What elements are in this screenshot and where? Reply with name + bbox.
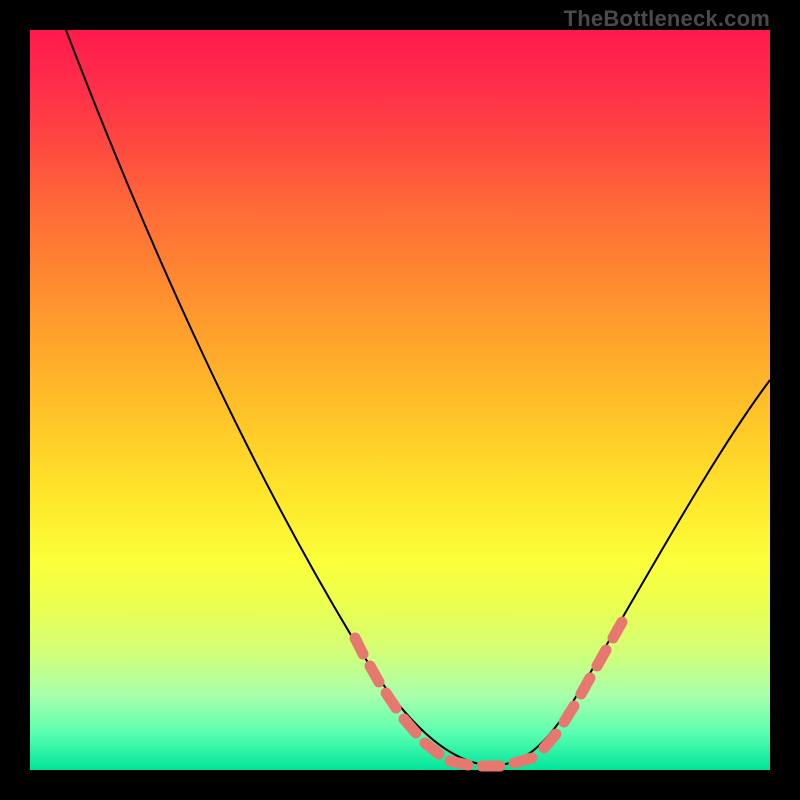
watermark-text: TheBottleneck.com — [564, 6, 770, 32]
dash-left-3 — [386, 693, 396, 708]
dash-floor-3 — [514, 758, 532, 763]
dash-left-2 — [370, 666, 379, 682]
dash-right-1 — [544, 734, 556, 748]
highlight-dashes-floor — [450, 758, 532, 766]
dash-right-4 — [597, 650, 606, 666]
bottleneck-curve — [66, 30, 770, 765]
dash-left-5 — [425, 743, 439, 754]
dash-right-3 — [581, 678, 590, 694]
curve-svg — [30, 30, 770, 770]
plot-area — [30, 30, 770, 770]
dash-floor-1 — [450, 761, 468, 765]
highlight-dashes-left — [355, 638, 439, 754]
dash-right-5 — [613, 622, 622, 638]
chart-frame: TheBottleneck.com — [0, 0, 800, 800]
dash-right-2 — [564, 706, 574, 722]
highlight-dashes-right — [544, 622, 622, 748]
dash-left-1 — [355, 638, 363, 654]
